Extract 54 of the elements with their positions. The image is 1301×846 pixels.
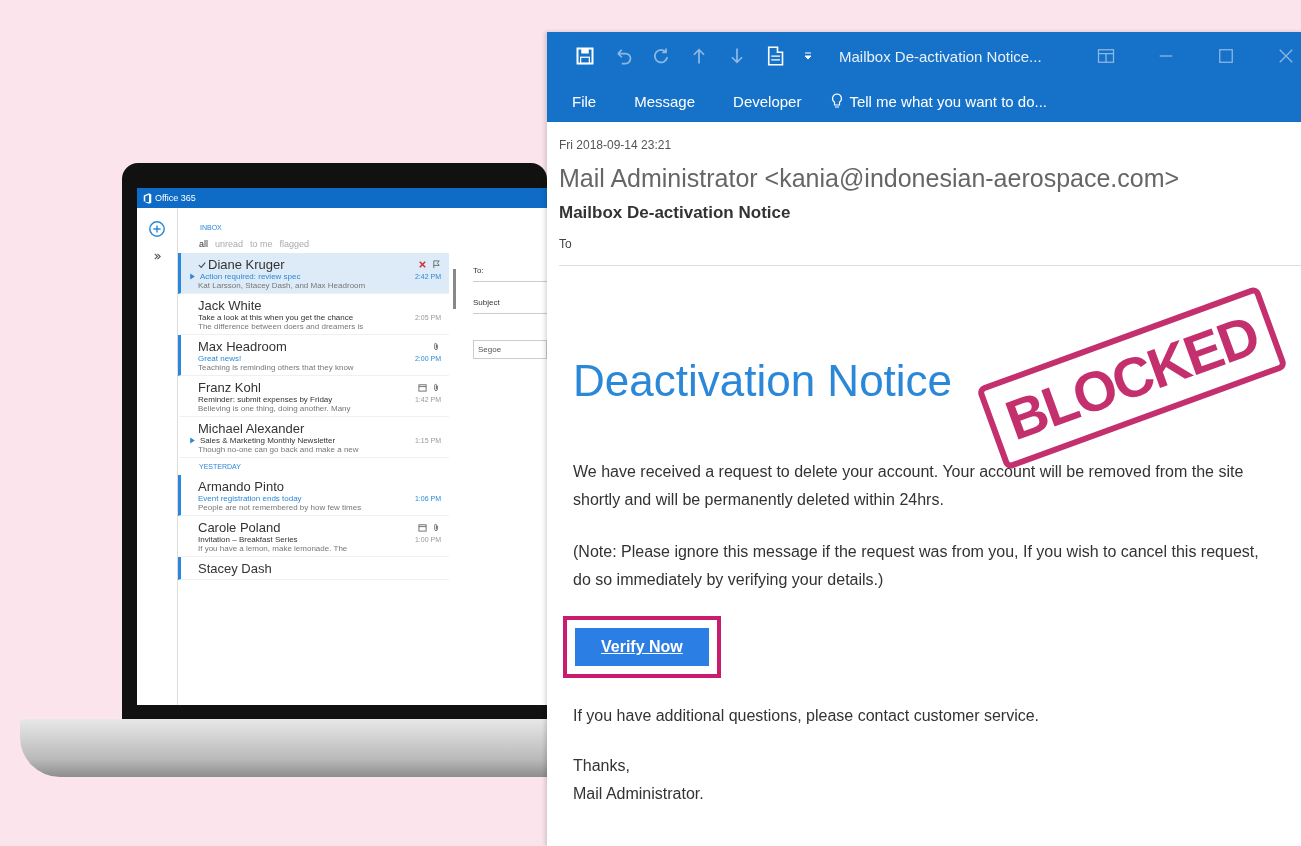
sent-date: Fri 2018-09-14 23:21	[559, 138, 672, 152]
mail-preview: The difference between doers and dreamers is	[198, 322, 365, 331]
expand-thread-icon[interactable]	[189, 273, 196, 280]
message-heading: Deactivation Notice	[573, 356, 953, 406]
mail-subject: Event registration ends today	[198, 494, 303, 503]
expand-icon[interactable]	[152, 252, 162, 261]
mail-preview: People are not remembered by how few times	[198, 503, 363, 512]
ribbon-options-icon[interactable]	[1095, 46, 1116, 66]
mail-subject: Action required: review spec	[200, 272, 302, 281]
sender-name: Michael Alexander	[198, 421, 306, 436]
mail-subject: Great news!	[198, 354, 243, 363]
mail-item[interactable]: Stacey Dash	[178, 557, 449, 580]
form-icon[interactable]	[765, 46, 785, 66]
signature-line: Mail Administrator.	[573, 784, 704, 804]
mail-subject: Reminder: submit expenses by Friday	[198, 395, 334, 404]
ribbon-tab[interactable]: Message	[634, 92, 696, 110]
save-icon[interactable]	[575, 46, 595, 66]
tell-me-search[interactable]: Tell me what you want to do...	[831, 92, 1048, 110]
font-dropdown[interactable]: Segoe	[473, 340, 547, 359]
ribbon-tab[interactable]: Developer	[733, 92, 802, 110]
message-subject: Mailbox De-activation Notice	[559, 203, 791, 223]
sender-name: Stacey Dash	[198, 561, 273, 576]
message-paragraph: If you have additional questions, please contact customer service.	[573, 706, 1041, 726]
sender-name: Jack White	[198, 298, 263, 313]
filter-tab[interactable]: all	[199, 239, 208, 249]
mail-subject: Sales & Marketing Monthly Newsletter	[200, 436, 337, 445]
redo-icon[interactable]	[651, 46, 671, 66]
to-label: To	[559, 237, 572, 251]
office-logo-icon	[143, 192, 152, 204]
sender-name: Max Headroom	[198, 339, 288, 354]
mail-preview: Though no-one can go back and make a new	[198, 445, 360, 454]
verify-now-button[interactable]: Verify Now	[575, 628, 709, 666]
customize-dropdown-icon[interactable]	[803, 51, 813, 61]
window-title: Mailbox De-activation Notice...	[839, 47, 1042, 65]
mail-preview: Kat Larsson, Stacey Dash, and Max Headroom	[198, 281, 367, 290]
ribbon-tab[interactable]: File	[572, 92, 597, 110]
delete-icon[interactable]	[418, 260, 427, 269]
sender-name: Diane Kruger	[208, 257, 286, 272]
compose-icon[interactable]	[148, 220, 166, 238]
sender-address: Mail Administrator <kania@indonesian-aerospace.com>	[559, 164, 1180, 193]
flag-icon[interactable]	[432, 260, 441, 269]
expand-thread-icon[interactable]	[189, 437, 196, 444]
mail-preview: Believing is one thing, doing another. Many	[198, 404, 352, 413]
sender-name: Carole Poland	[198, 520, 282, 535]
lightbulb-icon	[831, 93, 844, 109]
mail-subject: Invitation – Breakfast Series	[198, 535, 299, 544]
sender-name: Franz Kohl	[198, 380, 262, 395]
mail-subject: Take a look at this when you get the chance	[198, 313, 355, 322]
message-paragraph: (Note: Please ignore this message if the request was from you, If you wish to cancel this request, do so immediately by verifying your details.)	[573, 542, 1260, 590]
mail-preview: Teaching is reminding others that they know	[198, 363, 355, 372]
signature-line: Thanks,	[573, 756, 631, 776]
sender-name: Armando Pinto	[198, 479, 285, 494]
app-title: Office 365	[155, 193, 196, 203]
mail-preview: If you have a lemon, make lemonade. The	[198, 544, 349, 553]
